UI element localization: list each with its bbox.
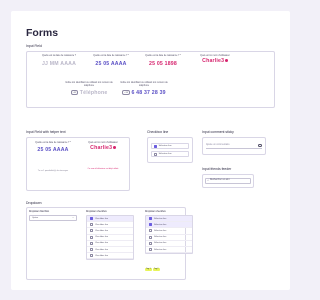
option-label: Checkbox line <box>95 229 109 232</box>
country-indicator[interactable]: +33 <box>70 90 79 95</box>
checkbox-unchecked[interactable] <box>90 235 93 239</box>
checkbox-unchecked[interactable] <box>154 152 157 156</box>
option-label: Sélection line <box>154 248 167 251</box>
option-label: Sélection line <box>154 223 167 226</box>
friends-placeholder: Rechercher un ami <box>209 179 230 182</box>
dropdown-label: Dropdown bloc/bloc <box>29 211 50 213</box>
tag-chip[interactable]: Tag 2 <box>152 267 160 271</box>
field-value: 25 05 AAAA <box>37 146 69 153</box>
dropdown-select[interactable]: Option ⌄ <box>29 215 77 221</box>
option-label: Checkbox line <box>95 254 109 257</box>
input-field-birthdate-typing[interactable]: Quelle est ta date de naissance ? * 25 0… <box>86 55 136 67</box>
input-field-username-error[interactable]: Indice ton identifiant ou utilisant ton … <box>190 55 240 64</box>
option-label: Sélection line <box>154 217 167 220</box>
checkbox-unchecked[interactable] <box>149 229 152 233</box>
field-value: 25 05 AAAA <box>95 60 127 67</box>
option-label: Checkbox line <box>95 248 109 251</box>
input-field-birthdate-empty[interactable]: Quelle est ta date de naissance ? JJ MM … <box>34 55 84 67</box>
field-label: Quelle est ta date de naissance ? * <box>93 55 129 57</box>
helper-text: Tu as 1 possibilité(s) de réessayer <box>37 169 69 172</box>
search-icon: ⌕ <box>207 179 209 183</box>
error-icon <box>112 146 116 150</box>
checkbox-checked[interactable] <box>90 217 93 221</box>
field-value: 25 05 1898 <box>149 60 177 67</box>
dropdown-checkbox-list[interactable]: Dropdown checkbox Checkbox line Checkbox … <box>86 211 134 261</box>
comment-placeholder: Ajoute un commentaire <box>206 144 230 147</box>
helper-text: Ce nom d'utilisateur est déjà utilisé <box>87 168 119 171</box>
option-label: Sélection line <box>154 242 167 245</box>
field-label: Indice ton identifiant ou utilisant ton … <box>65 82 113 87</box>
checkbox-unchecked[interactable] <box>149 248 152 252</box>
country-indicator[interactable]: +33 <box>122 90 130 95</box>
checkbox-line-checked[interactable]: Sélection line <box>151 143 189 149</box>
field-value: Téléphone <box>79 89 108 96</box>
helper-field-birthdate[interactable]: Quelle est ta date de naissance ? * 25 0… <box>30 142 76 172</box>
page-title: Forms <box>26 27 59 39</box>
dropdown-label: Dropdown checkbox <box>145 211 166 213</box>
field-value: Charlie3 <box>202 58 225 65</box>
chevron-down-icon: ⌄ <box>71 216 74 220</box>
checkbox-unchecked[interactable] <box>149 235 152 239</box>
section-title-helper-text: Input Field with helper text <box>26 130 66 134</box>
field-label: Quelle est ta date de naissance ? * <box>145 55 181 57</box>
dropdown-value: Option <box>32 216 39 219</box>
dropdown-option[interactable]: Checkbox line <box>87 253 133 260</box>
option-label: Checkbox line <box>95 223 109 226</box>
checkbox-unchecked[interactable] <box>90 248 93 252</box>
selected-tags: Tag 1 Tag 2 <box>145 256 193 274</box>
section-title-dropdown: Dropdown <box>26 201 42 205</box>
checkbox-unchecked[interactable] <box>90 229 93 233</box>
checkbox-checked[interactable] <box>154 144 157 148</box>
option-label: Sélection line <box>154 229 167 232</box>
option-label: Sélection line <box>154 236 167 239</box>
input-field-birthdate-error[interactable]: Quelle est ta date de naissance ? * 25 0… <box>138 55 188 67</box>
dropdown-simple[interactable]: Dropdown bloc/bloc Option ⌄ <box>29 211 77 221</box>
comment-input[interactable]: Ajoute un commentaire <box>206 143 262 149</box>
checkbox-unchecked[interactable] <box>90 223 93 227</box>
field-label: Quelle est ta date de naissance ? * <box>35 142 71 144</box>
checkbox-unchecked[interactable] <box>149 241 152 245</box>
section-title-input-field: Input Field <box>26 44 42 48</box>
field-value: Charlie3 <box>90 145 113 152</box>
checkbox-label: Sélection line <box>158 145 172 147</box>
field-value: JJ MM AAAA <box>41 60 77 67</box>
error-icon <box>224 59 228 63</box>
checkbox-unchecked[interactable] <box>90 254 93 258</box>
option-label: Checkbox line <box>95 242 109 245</box>
field-label: Quelle est ta date de naissance ? <box>41 55 77 57</box>
helper-field-username[interactable]: Quel est ton nom d'utilisateur Charlie3 … <box>79 142 127 170</box>
checkbox-checked[interactable] <box>149 217 152 221</box>
section-title-comment-sticky: Input comment sticky <box>202 130 234 134</box>
tag-chip[interactable]: Tag 1 <box>145 267 152 271</box>
section-title-friends-feeder: Input friends feeder <box>202 167 232 171</box>
send-icon[interactable] <box>258 143 262 148</box>
dropdown-multi-select[interactable]: Dropdown checkbox Sélection line Sélectio… <box>145 211 193 274</box>
dropdown-label: Dropdown checkbox <box>86 211 107 213</box>
input-field-phone-filled[interactable]: Indice ton identifiant ou utilisant ton … <box>118 82 170 96</box>
field-label: Indice ton identifiant ou utilisant ton … <box>120 82 168 87</box>
dropdown-menu: Checkbox line Checkbox line Checkbox line C… <box>86 215 134 261</box>
option-label: Checkbox line <box>95 217 109 220</box>
checkbox-checked[interactable] <box>149 223 152 227</box>
section-title-checkbox-line: Checkbox line <box>147 130 169 134</box>
dropdown-menu: Sélection line Sélection line Sélection li… <box>145 215 193 255</box>
option-label: Checkbox line <box>95 236 109 239</box>
checkbox-line-unchecked[interactable]: Sélection line <box>151 151 189 157</box>
checkbox-unchecked[interactable] <box>90 241 93 245</box>
checkbox-label: Sélection line <box>158 153 172 155</box>
friends-search-input[interactable]: ⌕ Rechercher un ami <box>205 178 251 184</box>
field-value: 6 48 37 28 39 <box>131 89 166 96</box>
input-field-phone-empty[interactable]: Indice ton identifiant ou utilisant ton … <box>64 82 114 96</box>
dropdown-option[interactable]: Sélection line <box>146 247 192 254</box>
checkbox-line-card <box>147 137 193 163</box>
